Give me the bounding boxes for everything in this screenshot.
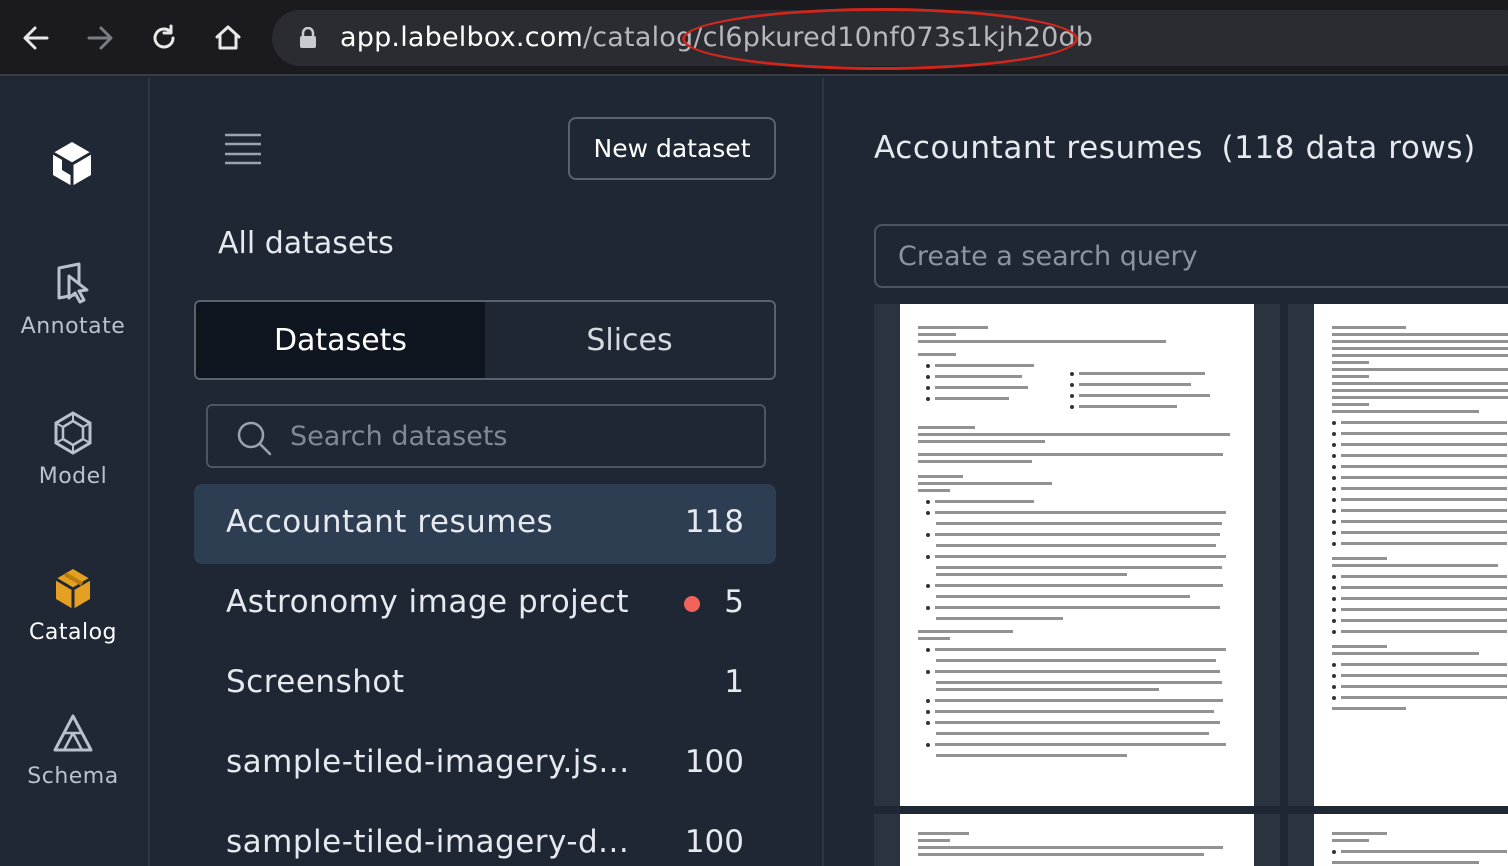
search-datasets-box — [206, 404, 766, 468]
nav-model[interactable]: Model — [0, 410, 146, 489]
dataset-title: Accountant resumes (118 data rows) — [874, 130, 1476, 166]
lock-icon — [298, 26, 318, 53]
nav-schema[interactable]: Schema — [0, 712, 146, 789]
dataset-detail-panel: Accountant resumes (118 data rows) — [826, 78, 1508, 866]
dataset-count: 118 — [684, 504, 744, 540]
dataset-item-accountant-resumes[interactable]: Accountant resumes 118 — [194, 484, 776, 564]
labelbox-logo-icon[interactable] — [50, 140, 94, 192]
dataset-name: sample-tiled-imagery.js... — [226, 744, 630, 780]
dataset-tabs: Datasets Slices — [194, 300, 776, 380]
left-nav: Annotate Model Catalog Schema — [0, 78, 150, 866]
annotate-icon — [51, 262, 95, 310]
dataset-list: Accountant resumes 118 Astronomy image p… — [194, 484, 776, 866]
dataset-count: 100 — [684, 824, 744, 860]
catalog-icon — [51, 569, 95, 616]
search-query-input[interactable] — [898, 226, 1498, 286]
nav-annotate-label: Annotate — [20, 314, 126, 339]
dataset-item-sample-tiled-imagery-d[interactable]: sample-tiled-imagery-d... 100 — [194, 804, 776, 866]
dataset-title-name: Accountant resumes — [874, 130, 1203, 166]
dataset-row-count: (118 data rows) — [1221, 130, 1476, 166]
tab-datasets[interactable]: Datasets — [196, 302, 485, 378]
search-datasets-input[interactable] — [290, 406, 750, 466]
search-query-box — [874, 224, 1508, 288]
reload-icon[interactable] — [144, 18, 184, 58]
data-row-thumbnail[interactable] — [1288, 304, 1508, 806]
dataset-name: Screenshot — [226, 664, 405, 700]
schema-icon — [51, 714, 95, 760]
url-host: app.labelbox.com — [340, 22, 583, 53]
nav-schema-label: Schema — [27, 764, 119, 789]
back-icon[interactable] — [16, 18, 56, 58]
data-row-thumbnail[interactable] — [1288, 814, 1508, 866]
annotation-ellipse — [682, 8, 1078, 70]
document-preview — [900, 814, 1254, 866]
search-icon — [236, 420, 272, 460]
tab-slices[interactable]: Slices — [485, 302, 774, 378]
dataset-item-sample-tiled-imagery-json[interactable]: sample-tiled-imagery.js... 100 — [194, 724, 776, 804]
new-dataset-button[interactable]: New dataset — [568, 117, 776, 180]
browser-toolbar: app.labelbox.com/catalog/cl6pkured10nf07… — [0, 0, 1508, 76]
all-datasets-title: All datasets — [218, 226, 394, 261]
dataset-count: 100 — [684, 744, 744, 780]
model-icon — [51, 411, 95, 460]
dataset-name: sample-tiled-imagery-d... — [226, 824, 630, 860]
forward-icon[interactable] — [80, 18, 120, 58]
document-preview — [1314, 304, 1508, 806]
nav-annotate[interactable]: Annotate — [0, 260, 146, 339]
home-icon[interactable] — [208, 18, 248, 58]
dataset-item-astronomy-image-project[interactable]: Astronomy image project 5 — [194, 564, 776, 644]
data-row-thumbnail[interactable] — [874, 304, 1280, 806]
dataset-count: 5 — [724, 584, 744, 620]
nav-catalog-label: Catalog — [29, 620, 117, 645]
status-dot-icon — [684, 596, 700, 612]
datasets-panel: New dataset All datasets Datasets Slices… — [152, 78, 824, 866]
menu-icon[interactable] — [224, 133, 262, 169]
dataset-name: Astronomy image project — [226, 584, 630, 620]
dataset-item-screenshot[interactable]: Screenshot 1 — [194, 644, 776, 724]
data-row-thumbnail[interactable] — [874, 814, 1280, 866]
nav-model-label: Model — [38, 464, 108, 489]
document-preview — [900, 304, 1254, 806]
dataset-name: Accountant resumes — [226, 504, 554, 540]
dataset-count: 1 — [724, 664, 744, 700]
nav-catalog[interactable]: Catalog — [0, 566, 146, 645]
document-preview — [1314, 814, 1508, 866]
